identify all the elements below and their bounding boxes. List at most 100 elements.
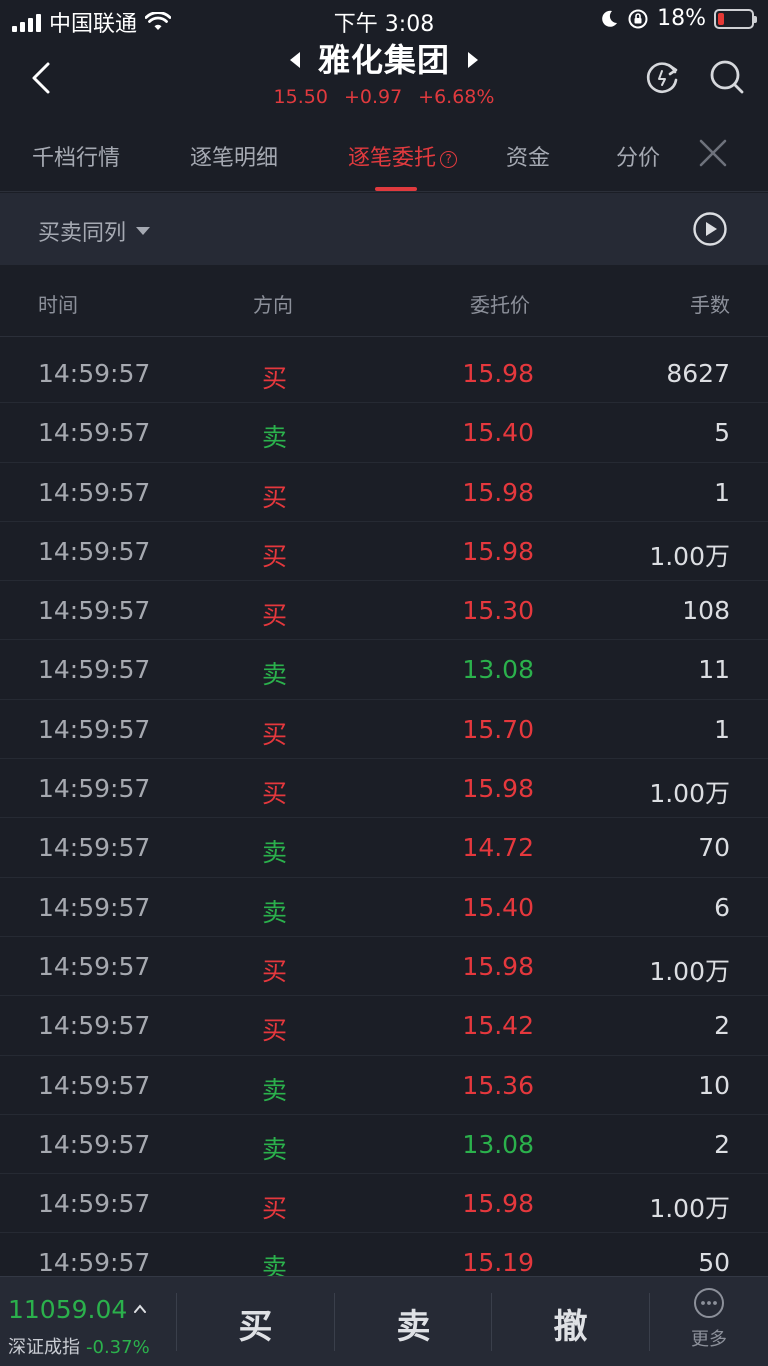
tab-capital[interactable]: 资金	[506, 140, 550, 172]
moon-icon	[602, 10, 618, 27]
row-volume: 1.00万	[649, 541, 730, 571]
row-time: 14:59:57	[38, 536, 151, 566]
row-direction: 卖	[262, 1134, 288, 1164]
row-time: 14:59:57	[38, 1129, 151, 1159]
row-order-price: 15.98	[462, 1189, 534, 1219]
row-volume: 8627	[666, 359, 730, 388]
status-right: 18%	[599, 6, 757, 31]
index-name: 深证成指	[8, 1337, 80, 1358]
row-order-price: 15.42	[462, 1011, 534, 1041]
table-row[interactable]: 14:59:57 买 15.98 1.00万	[0, 522, 768, 582]
column-header-order-price: 委托价	[470, 293, 530, 317]
stock-price: 15.50	[273, 86, 328, 108]
row-direction: 卖	[262, 1075, 288, 1105]
row-volume: 108	[682, 596, 730, 626]
table-row[interactable]: 14:59:57 买 15.98 1.00万	[0, 759, 768, 819]
row-order-price: 15.98	[462, 951, 534, 981]
table-row[interactable]: 14:59:57 卖 13.08 2	[0, 1115, 768, 1175]
row-direction: 买	[262, 601, 288, 631]
caret-down-icon	[136, 227, 151, 235]
filter-bar: 买卖同列	[0, 193, 768, 265]
table-row[interactable]: 14:59:57 买 15.98 1	[0, 463, 768, 522]
row-time: 14:59:57	[38, 951, 151, 981]
cancel-order-button[interactable]: 撤	[492, 1299, 649, 1348]
row-direction: 买	[262, 482, 288, 512]
row-time: 14:59:57	[38, 596, 151, 626]
tab-tick-details[interactable]: 逐笔明细	[190, 140, 278, 172]
tab-tick-orders-label: 逐笔委托	[348, 146, 437, 171]
row-volume: 1.00万	[649, 1194, 730, 1224]
rotation-lock-icon	[628, 9, 648, 28]
row-order-price: 15.98	[462, 536, 534, 566]
row-volume: 1.00万	[649, 779, 730, 809]
table-row[interactable]: 14:59:57 卖 13.08 11	[0, 640, 768, 700]
table-row[interactable]: 14:59:57 买 15.98 1.00万	[0, 1174, 768, 1234]
row-time: 14:59:57	[38, 892, 151, 922]
stock-change: +0.97	[343, 86, 403, 108]
battery-percent: 18%	[657, 6, 706, 31]
more-icon	[694, 1288, 724, 1318]
sell-button[interactable]: 卖	[335, 1299, 492, 1348]
close-icon[interactable]	[696, 136, 730, 170]
row-order-price: 15.36	[462, 1070, 534, 1100]
refresh-icon[interactable]	[644, 58, 682, 96]
row-order-price: 15.30	[462, 596, 534, 626]
order-side-label: 买卖同列	[38, 221, 127, 246]
row-volume: 11	[698, 655, 730, 685]
row-direction: 卖	[262, 423, 288, 453]
row-volume: 1.00万	[649, 956, 730, 986]
table-row[interactable]: 14:59:57 买 15.70 1	[0, 700, 768, 760]
row-volume: 5	[714, 418, 730, 448]
row-order-price: 15.19	[462, 1248, 534, 1278]
row-direction: 买	[262, 719, 288, 749]
row-order-price: 13.08	[462, 1129, 534, 1159]
table-row[interactable]: 14:59:57 买 15.30 108	[0, 581, 768, 641]
order-side-dropdown[interactable]: 买卖同列	[38, 215, 151, 247]
order-list[interactable]: 14:59:57 买 15.98 8627 14:59:57 卖 15.40 5 14:59:5…	[0, 344, 768, 1293]
chevron-up-icon[interactable]	[134, 1303, 146, 1315]
buy-button[interactable]: 买	[177, 1299, 334, 1348]
row-order-price: 15.70	[462, 714, 534, 744]
row-direction: 买	[262, 956, 288, 986]
row-time: 14:59:57	[38, 1248, 151, 1278]
row-order-price: 15.98	[462, 774, 534, 804]
play-icon[interactable]	[692, 211, 728, 247]
search-icon[interactable]	[708, 58, 746, 96]
table-row[interactable]: 14:59:57 卖 15.40 6	[0, 878, 768, 937]
tab-bar: 千档行情 逐笔明细 逐笔委托? 资金 分价	[0, 116, 768, 192]
row-direction: 卖	[262, 838, 288, 868]
stock-header: 雅化集团 15.50 +0.97 +6.68%	[0, 40, 768, 116]
row-order-price: 15.98	[462, 477, 534, 507]
row-time: 14:59:57	[38, 833, 151, 863]
next-stock-icon[interactable]	[468, 52, 478, 68]
index-value[interactable]: 11059.04	[8, 1295, 127, 1324]
prev-stock-icon[interactable]	[289, 52, 300, 68]
tab-tick-orders[interactable]: 逐笔委托?	[348, 140, 458, 172]
help-icon[interactable]: ?	[440, 151, 458, 168]
tab-level2-quotes[interactable]: 千档行情	[32, 140, 120, 172]
row-order-price: 15.98	[462, 359, 534, 388]
row-order-price: 15.40	[462, 892, 534, 922]
row-volume: 10	[698, 1070, 730, 1100]
row-time: 14:59:57	[38, 477, 151, 507]
row-order-price: 15.40	[462, 418, 534, 448]
tab-price-distribution[interactable]: 分价	[616, 140, 660, 172]
row-time: 14:59:57	[38, 1189, 151, 1219]
more-button[interactable]: 更多	[650, 1287, 768, 1351]
more-label: 更多	[691, 1329, 727, 1350]
row-time: 14:59:57	[38, 1011, 151, 1041]
table-row[interactable]: 14:59:57 卖 15.40 5	[0, 403, 768, 463]
battery-icon	[714, 8, 757, 29]
table-row[interactable]: 14:59:57 买 15.42 2	[0, 996, 768, 1056]
table-row[interactable]: 14:59:57 买 15.98 1.00万	[0, 937, 768, 997]
column-header-time: 时间	[38, 293, 78, 317]
table-row[interactable]: 14:59:57 买 15.98 8627	[0, 344, 768, 404]
table-row[interactable]: 14:59:57 卖 15.36 10	[0, 1056, 768, 1115]
row-order-price: 14.72	[462, 833, 534, 863]
row-time: 14:59:57	[38, 774, 151, 804]
row-volume: 1	[714, 714, 730, 744]
row-order-price: 13.08	[462, 655, 534, 685]
row-time: 14:59:57	[38, 418, 151, 448]
row-direction: 买	[262, 779, 288, 809]
table-row[interactable]: 14:59:57 卖 14.72 70	[0, 818, 768, 878]
